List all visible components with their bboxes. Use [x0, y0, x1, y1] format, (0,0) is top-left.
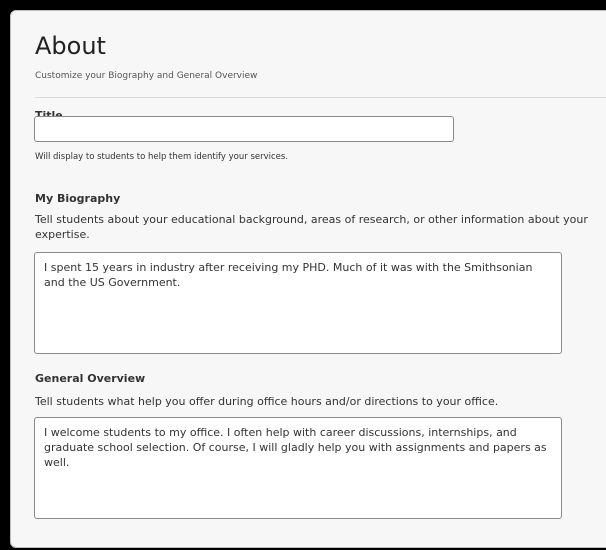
page-title: About: [35, 32, 106, 60]
about-card: About Customize your Biography and Gener…: [10, 10, 606, 548]
title-help-text: Will display to students to help them id…: [35, 152, 289, 162]
overview-textarea[interactable]: I welcome students to my office. I often…: [34, 417, 562, 519]
page-subtitle: Customize your Biography and General Ove…: [35, 71, 258, 81]
title-input[interactable]: [34, 116, 454, 142]
biography-help-text: Tell students about your educational bac…: [35, 213, 588, 241]
overview-label: General Overview: [35, 372, 146, 385]
biography-label: My Biography: [35, 192, 121, 205]
biography-textarea[interactable]: I spent 15 years in industry after recei…: [34, 252, 562, 354]
overview-help-text: Tell students what help you offer during…: [35, 395, 499, 408]
header-divider: [35, 97, 606, 98]
